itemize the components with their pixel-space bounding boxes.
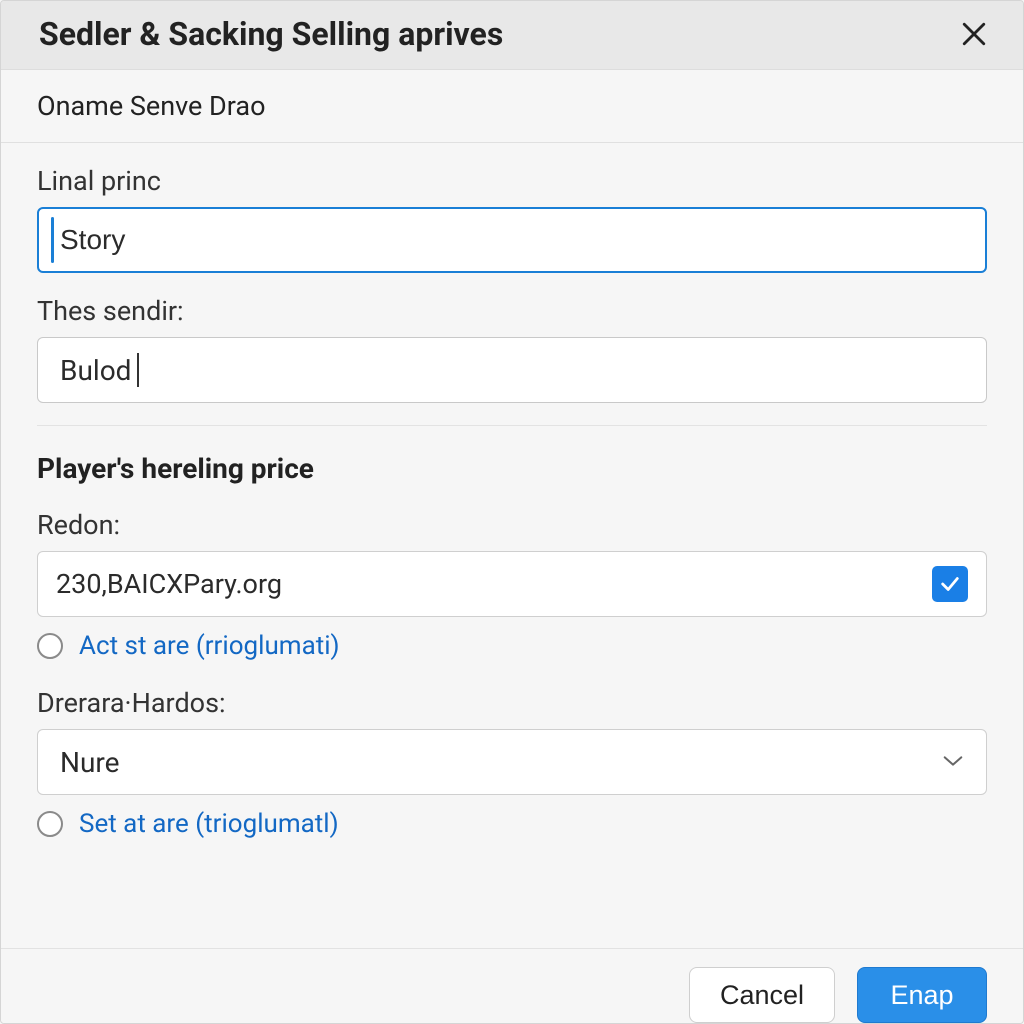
drerara-value: Nure bbox=[60, 746, 942, 779]
field-thes: Thes sendir: Bulod bbox=[37, 295, 987, 403]
radio-option-2[interactable]: Set at are (trioglumatl) bbox=[37, 809, 987, 839]
dialog-body: Linal princ Thes sendir: Bulod Player's … bbox=[1, 143, 1023, 948]
dialog-footer: Cancel Enap bbox=[1, 948, 1023, 1023]
redon-input[interactable]: 230,BAICXPary.org bbox=[37, 551, 987, 617]
subheader: Oname Senve Drao bbox=[1, 70, 1023, 143]
text-caret-icon bbox=[137, 353, 139, 387]
subheader-text: Oname Senve Drao bbox=[37, 90, 987, 122]
close-button[interactable] bbox=[953, 13, 995, 55]
redon-value: 230,BAICXPary.org bbox=[56, 568, 932, 600]
close-icon bbox=[961, 21, 987, 47]
redon-check-badge bbox=[932, 566, 968, 602]
chevron-down-icon bbox=[942, 753, 964, 772]
drerara-label: Drerara·Hardos: bbox=[37, 687, 987, 719]
linal-label: Linal princ bbox=[37, 165, 987, 197]
section-divider bbox=[37, 425, 987, 426]
redon-label: Redon: bbox=[37, 509, 987, 541]
section2-heading: Player's hereling price bbox=[37, 452, 987, 485]
thes-input[interactable]: Bulod bbox=[37, 337, 987, 403]
primary-button[interactable]: Enap bbox=[857, 967, 987, 1023]
radio-icon bbox=[37, 633, 63, 659]
radio-option-1[interactable]: Act st are (rrioglumati) bbox=[37, 631, 987, 661]
dialog-title: Sedler & Sacking Selling aprives bbox=[39, 15, 953, 53]
radio1-label: Act st are (rrioglumati) bbox=[79, 631, 340, 661]
radio-icon bbox=[37, 811, 63, 837]
titlebar: Sedler & Sacking Selling aprives bbox=[1, 1, 1023, 70]
check-icon bbox=[939, 573, 961, 595]
linal-input[interactable] bbox=[37, 207, 987, 273]
field-redon: Redon: 230,BAICXPary.org bbox=[37, 509, 987, 617]
thes-input-value: Bulod bbox=[60, 354, 131, 387]
field-drerara: Drerara·Hardos: Nure bbox=[37, 687, 987, 795]
dialog-window: Sedler & Sacking Selling aprives Oname S… bbox=[0, 0, 1024, 1024]
input-caret-accent bbox=[51, 217, 54, 263]
drerara-dropdown[interactable]: Nure bbox=[37, 729, 987, 795]
cancel-button[interactable]: Cancel bbox=[689, 967, 835, 1023]
linal-input-wrap bbox=[37, 207, 987, 273]
thes-label: Thes sendir: bbox=[37, 295, 987, 327]
field-linal: Linal princ bbox=[37, 165, 987, 273]
radio2-label: Set at are (trioglumatl) bbox=[79, 809, 339, 839]
